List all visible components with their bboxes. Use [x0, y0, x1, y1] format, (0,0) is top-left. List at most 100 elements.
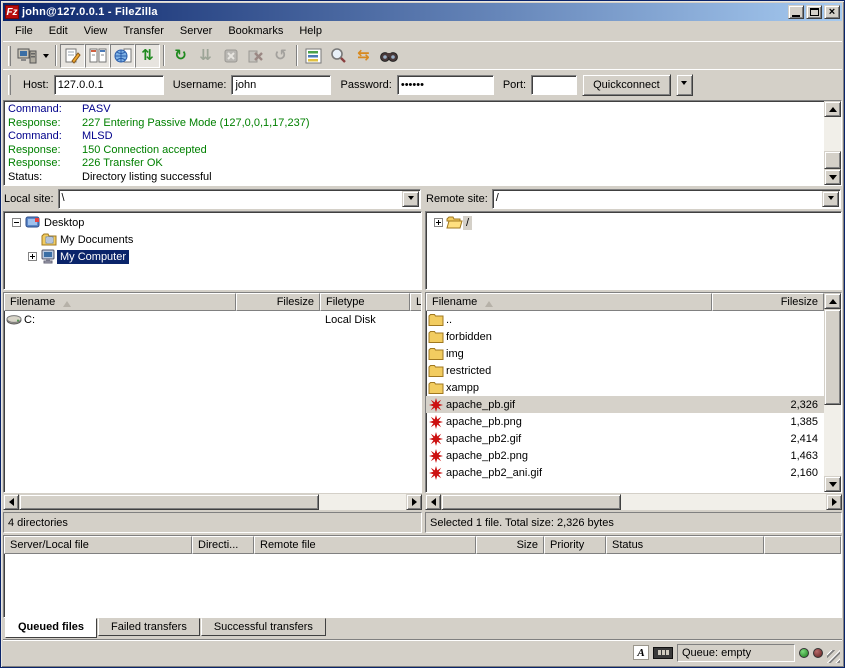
tree-item-desktop[interactable]: Desktop	[8, 214, 421, 231]
remote-file-row[interactable]: apache_pb2_ani.gif 2,160	[426, 464, 824, 481]
remote-file-row[interactable]: apache_pb2.png 1,463	[426, 447, 824, 464]
tab-queued-files[interactable]: Queued files	[5, 618, 97, 638]
menu-bookmarks[interactable]: Bookmarks	[220, 23, 291, 40]
site-manager-dropdown[interactable]	[39, 44, 52, 68]
remote-file-row[interactable]: img	[426, 345, 824, 362]
scrollbar-thumb[interactable]	[441, 494, 621, 510]
maximize-button[interactable]	[806, 5, 822, 19]
synchronized-browsing-button[interactable]: ⇆	[351, 44, 376, 68]
cancel-operation-button[interactable]	[218, 44, 243, 68]
filter-button[interactable]	[301, 44, 326, 68]
column-spacer	[764, 536, 841, 554]
toggle-message-log-button[interactable]	[60, 44, 85, 68]
disconnect-button[interactable]	[243, 44, 268, 68]
toggle-transfer-queue-button[interactable]: ⇅	[135, 44, 160, 68]
queue-list-body[interactable]	[4, 554, 841, 617]
column-filesize[interactable]: Filesize	[236, 293, 320, 311]
scroll-right-button[interactable]	[826, 494, 842, 510]
local-site-combo[interactable]: \	[58, 189, 421, 209]
remote-file-row[interactable]: apache_pb2.gif 2,414	[426, 430, 824, 447]
scrollbar-thumb[interactable]	[824, 151, 841, 169]
column-size[interactable]: Size	[476, 536, 544, 554]
remote-file-row-selected[interactable]: apache_pb.gif 2,326	[426, 396, 824, 413]
menu-help[interactable]: Help	[291, 23, 330, 40]
disconnect-icon	[247, 48, 264, 64]
username-input[interactable]	[231, 75, 331, 95]
scroll-down-button[interactable]	[824, 169, 841, 185]
titlebar[interactable]: Fz john@127.0.0.1 - FileZilla ×	[3, 3, 842, 21]
column-filename[interactable]: Filename	[4, 293, 236, 311]
message-log-body[interactable]: Command:PASV Response:227 Entering Passi…	[4, 101, 824, 185]
tab-failed-transfers[interactable]: Failed transfers	[98, 618, 200, 636]
remote-site-value: /	[493, 190, 821, 208]
remote-file-row[interactable]: ..	[426, 311, 824, 328]
expand-icon[interactable]	[434, 218, 443, 227]
tree-item-my-documents[interactable]: My Documents	[8, 231, 421, 248]
tree-item-my-computer[interactable]: My Computer	[8, 248, 421, 265]
log-prefix: Response:	[8, 117, 82, 131]
image-file-icon	[426, 432, 446, 446]
tree-item-root[interactable]: /	[430, 214, 841, 231]
column-priority[interactable]: Priority	[544, 536, 606, 554]
remote-horizontal-scrollbar[interactable]	[425, 494, 842, 510]
remote-tree[interactable]: /	[425, 211, 842, 290]
quickconnect-dropdown[interactable]	[676, 74, 693, 96]
toolbar-grip[interactable]	[8, 46, 11, 66]
menu-edit[interactable]: Edit	[41, 23, 76, 40]
minimize-button[interactable]	[788, 5, 804, 19]
local-tree[interactable]: Desktop My Documents My Computer	[3, 211, 422, 290]
menu-server[interactable]: Server	[172, 23, 220, 40]
toggle-local-tree-button[interactable]	[85, 44, 110, 68]
scroll-down-button[interactable]	[824, 476, 841, 492]
log-vertical-scrollbar[interactable]	[824, 101, 841, 185]
quickconnect-button[interactable]: Quickconnect	[582, 74, 671, 96]
local-horizontal-scrollbar[interactable]	[3, 494, 422, 510]
expand-icon[interactable]	[28, 252, 37, 261]
column-status[interactable]: Status	[606, 536, 764, 554]
scrollbar-thumb[interactable]	[824, 309, 841, 405]
column-server-local-file[interactable]: Server/Local file	[4, 536, 192, 554]
local-list-body[interactable]: C: Local Disk	[4, 311, 421, 492]
local-site-dropdown[interactable]	[402, 191, 419, 207]
find-files-button[interactable]	[376, 44, 401, 68]
process-queue-button[interactable]: ⇊	[193, 44, 218, 68]
column-remote-file[interactable]: Remote file	[254, 536, 476, 554]
column-last-modified[interactable]: L	[410, 293, 422, 311]
remote-file-row[interactable]: apache_pb.png 1,385	[426, 413, 824, 430]
site-manager-button[interactable]	[14, 44, 39, 68]
menu-file[interactable]: File	[7, 23, 41, 40]
directory-comparison-button[interactable]	[326, 44, 351, 68]
quickconnect-grip[interactable]	[8, 75, 11, 95]
menu-transfer[interactable]: Transfer	[115, 23, 172, 40]
column-direction[interactable]: Directi...	[192, 536, 254, 554]
toggle-remote-tree-button[interactable]	[110, 44, 135, 68]
remote-list-body[interactable]: .. forbidden img	[426, 311, 824, 492]
scroll-left-button[interactable]	[3, 494, 19, 510]
close-button[interactable]: ×	[824, 5, 840, 19]
resize-grip[interactable]	[827, 650, 840, 663]
remote-site-dropdown[interactable]	[822, 191, 839, 207]
local-file-row[interactable]: C: Local Disk	[4, 311, 421, 328]
menu-view[interactable]: View	[76, 23, 116, 40]
remote-file-row[interactable]: restricted	[426, 362, 824, 379]
host-input[interactable]	[54, 75, 164, 95]
remote-site-combo[interactable]: /	[492, 189, 841, 209]
scroll-left-button[interactable]	[425, 494, 441, 510]
column-filename[interactable]: Filename	[426, 293, 712, 311]
tab-successful-transfers[interactable]: Successful transfers	[201, 618, 326, 636]
scroll-right-button[interactable]	[406, 494, 422, 510]
password-input[interactable]	[397, 75, 494, 95]
collapse-icon[interactable]	[12, 218, 21, 227]
column-filetype[interactable]: Filetype	[320, 293, 410, 311]
scroll-up-button[interactable]	[824, 101, 841, 117]
scroll-up-button[interactable]	[824, 293, 841, 309]
column-filesize[interactable]: Filesize	[712, 293, 824, 311]
port-input[interactable]	[531, 75, 577, 95]
remote-file-row[interactable]: forbidden	[426, 328, 824, 345]
scrollbar-thumb[interactable]	[19, 494, 319, 510]
reconnect-button[interactable]: ↺	[268, 44, 293, 68]
remote-vertical-scrollbar[interactable]	[824, 293, 841, 492]
file-panels: Local site: \ Desktop	[3, 188, 842, 533]
remote-file-row[interactable]: xampp	[426, 379, 824, 396]
refresh-button[interactable]: ↻	[168, 44, 193, 68]
